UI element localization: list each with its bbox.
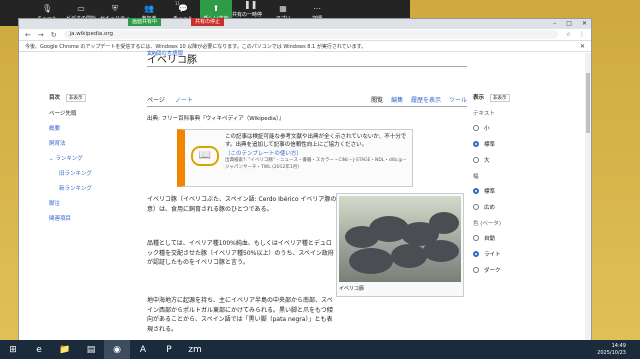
system-clock[interactable]: 14:49 2025/10/23 — [597, 343, 626, 357]
radio-icon — [473, 204, 479, 210]
toc-item-overview[interactable]: 概要 — [49, 124, 129, 132]
address-bar: ← → ↻ ja.wikipedia.org ☆ ⋮ — [19, 29, 591, 41]
width-heading: 幅 — [473, 174, 479, 180]
scrollbar-thumb[interactable] — [586, 73, 590, 133]
article-image[interactable]: イベリコ豚 — [336, 193, 464, 297]
microphone-icon: 🎙 — [42, 3, 53, 13]
text-size-heading: テキスト — [473, 111, 495, 117]
citation-needed-notice: 📖 この記事は検証可能な参考文献や出典が全く示されていないか、不十分です。出典を… — [177, 129, 413, 187]
windows-taskbar: ⊞ e 📁 ▤ ◉ A P zm 14:49 2025/10/23 — [0, 340, 640, 359]
width-standard[interactable]: 標準 — [473, 187, 573, 195]
infobar-text: 今後、Google Chrome のアップデートを受信するには、Windows … — [25, 43, 367, 50]
forward-icon[interactable]: → — [38, 31, 44, 39]
shield-icon: ⛨ — [112, 3, 118, 13]
toc-hide-button[interactable]: 非表示 — [66, 94, 86, 102]
toc-item-new-ranking[interactable]: 新ランキング — [49, 184, 129, 192]
tab-tools[interactable]: ツール — [449, 97, 467, 104]
table-of-contents: 目次 非表示 ページ先頭 概要 飼育法 ⌄ ランキング 旧ランキング 新ランキング… — [49, 93, 129, 229]
notice-text: この記事は検証可能な参考文献や出典が全く示されていないか、不十分です。出典を追加… — [225, 134, 407, 149]
color-heading: 色 (ベータ) — [473, 221, 502, 227]
toc-title: 目次 — [49, 95, 61, 101]
radio-selected-icon — [473, 141, 479, 147]
color-dark[interactable]: ダーク — [473, 266, 573, 274]
article-heading: イベリコ豚 文A 17 個の言語版 — [147, 51, 467, 67]
color-light[interactable]: ライト — [473, 250, 573, 258]
radio-icon — [473, 267, 479, 273]
source-search-links[interactable]: 出典検索?: "イベリコ豚" – ニュース・書籍・スカラー・CiNii・J-ST… — [225, 158, 408, 172]
sharing-badge: 画面共有中 — [128, 18, 162, 26]
appearance-hide-button[interactable]: 非表示 — [490, 94, 510, 102]
radio-selected-icon — [473, 188, 479, 194]
share-indicator: 画面共有中 共有の停止 — [128, 18, 225, 26]
browser-window: – □ ✕ ← → ↻ ja.wikipedia.org ☆ ⋮ 今後、Goog… — [18, 18, 592, 341]
tab-bar: – □ ✕ — [19, 19, 591, 29]
tab-edit[interactable]: 編集 — [391, 97, 403, 104]
text-size-standard[interactable]: 標準 — [473, 140, 573, 148]
internet-explorer-icon[interactable]: e — [26, 340, 52, 359]
book-icon: 📖 — [191, 146, 219, 166]
chat-icon: 💬 — [178, 3, 188, 13]
acrobat-icon[interactable]: A — [130, 340, 156, 359]
video-icon: ▭ — [77, 3, 85, 13]
apps-icon: ▦ — [279, 3, 287, 13]
toc-item-top[interactable]: ページ先頭 — [49, 109, 129, 117]
minimize-icon[interactable]: – — [553, 19, 556, 29]
tab-talk[interactable]: ノート — [175, 97, 193, 104]
more-icon: ⋯ — [313, 3, 321, 13]
url-input[interactable]: ja.wikipedia.org — [63, 30, 558, 39]
stop-share-button[interactable]: 共有の停止 — [191, 18, 225, 26]
appearance-panel: 表示 非表示 テキスト 小 標準 大 幅 標準 広め 色 (ベータ) 自動 ライト… — [473, 93, 573, 282]
toc-item-ranking[interactable]: ⌄ ランキング — [49, 154, 129, 162]
toc-item-breeding[interactable]: 飼育法 — [49, 139, 129, 147]
text-size-small[interactable]: 小 — [473, 124, 573, 132]
paragraph-breed: 品種としては、イベリア種100%純血、もしくはイベリア種とデュロック種を交配させ… — [147, 240, 334, 267]
file-explorer-icon[interactable]: 📁 — [52, 340, 78, 359]
paragraph-intro: イベリコ豚（イベリコぶた、スペイン語: Cerdo Ibérico イベリア豚の… — [147, 196, 337, 213]
article-tabs: ページ ノート 閲覧 編集 履歴を表示 ツール — [147, 95, 467, 107]
toc-item-notes[interactable]: 脚注 — [49, 199, 129, 207]
tab-history[interactable]: 履歴を表示 — [411, 97, 441, 104]
zoom-icon[interactable]: zm — [182, 340, 208, 359]
wikipedia-page: イベリコ豚 文A 17 個の言語版 目次 非表示 ページ先頭 概要 飼育法 ⌄ ラ… — [19, 51, 591, 341]
excel-icon[interactable]: ▤ — [78, 340, 104, 359]
scrollbar[interactable] — [585, 53, 591, 341]
color-auto[interactable]: 自動 — [473, 234, 573, 242]
clock-time: 14:49 — [611, 342, 626, 349]
template-help-link[interactable]: （このテンプレートの使い方） — [225, 151, 302, 157]
radio-icon — [473, 235, 479, 241]
pig-photo — [339, 196, 461, 282]
toc-item-old-ranking[interactable]: 旧ランキング — [49, 169, 129, 177]
radio-icon — [473, 125, 479, 131]
bookmark-star-icon[interactable]: ☆ — [566, 31, 571, 38]
close-icon[interactable]: ✕ — [580, 43, 585, 50]
toc-item-related[interactable]: 関連項目 — [49, 214, 129, 222]
paragraph-origin: 地中海地方に起源を持ち、主にイベリア半島の中央部から南部、スペイン西部からポルト… — [147, 297, 333, 333]
width-wide[interactable]: 広め — [473, 203, 573, 211]
maximize-icon[interactable]: □ — [566, 19, 572, 29]
clock-date: 2025/10/23 — [597, 349, 626, 356]
tab-read[interactable]: 閲覧 — [371, 97, 383, 104]
powerpoint-icon[interactable]: P — [156, 340, 182, 359]
radio-selected-icon — [473, 251, 479, 257]
pause-icon: ❚❚ — [244, 0, 258, 9]
close-icon[interactable]: ✕ — [582, 19, 587, 29]
article-source-line: 出典: フリー百科事典『ウィキペディア（Wikipedia）』 — [147, 116, 285, 122]
appearance-title: 表示 — [473, 95, 485, 101]
tab-page[interactable]: ページ — [147, 97, 165, 104]
menu-icon[interactable]: ⋮ — [579, 31, 585, 38]
participants-icon: 👥 — [144, 3, 154, 13]
window-controls: – □ ✕ — [553, 19, 587, 29]
update-infobar: 今後、Google Chrome のアップデートを受信するには、Windows … — [19, 41, 591, 52]
start-icon[interactable]: ⊞ — [0, 340, 26, 359]
reload-icon[interactable]: ↻ — [51, 31, 57, 39]
text-size-large[interactable]: 大 — [473, 156, 573, 164]
back-icon[interactable]: ← — [25, 31, 31, 39]
radio-icon — [473, 157, 479, 163]
chrome-icon[interactable]: ◉ — [104, 340, 130, 359]
image-caption: イベリコ豚 — [339, 286, 365, 292]
share-icon: ⬆ — [212, 3, 220, 13]
